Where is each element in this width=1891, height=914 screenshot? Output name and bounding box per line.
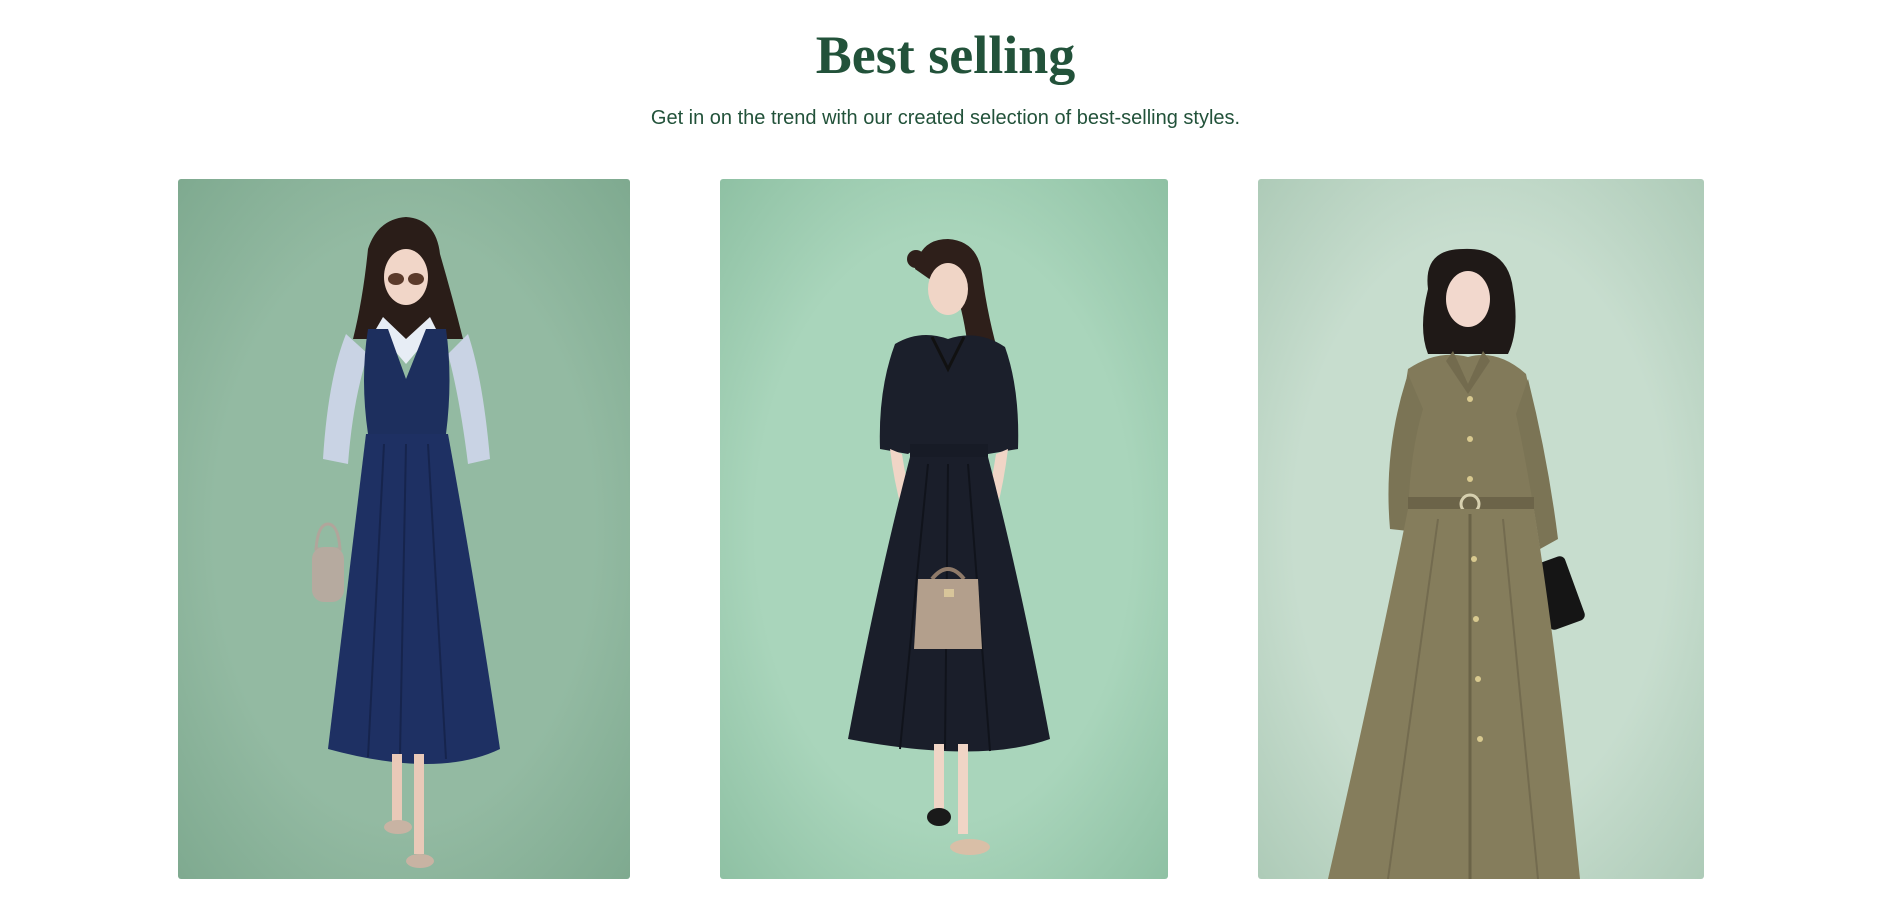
product-card-2[interactable] (720, 179, 1168, 879)
section-title: Best selling (815, 25, 1076, 85)
product-image-3[interactable] (1258, 179, 1704, 879)
product-image-1[interactable] (178, 179, 630, 879)
product-image-2[interactable] (720, 179, 1168, 879)
best-selling-section: Best selling Get in on the trend with ou… (0, 0, 1891, 914)
product-card-3[interactable] (1258, 179, 1704, 879)
product-card-1[interactable] (178, 179, 630, 879)
section-subtitle: Get in on the trend with our created sel… (650, 107, 1241, 129)
